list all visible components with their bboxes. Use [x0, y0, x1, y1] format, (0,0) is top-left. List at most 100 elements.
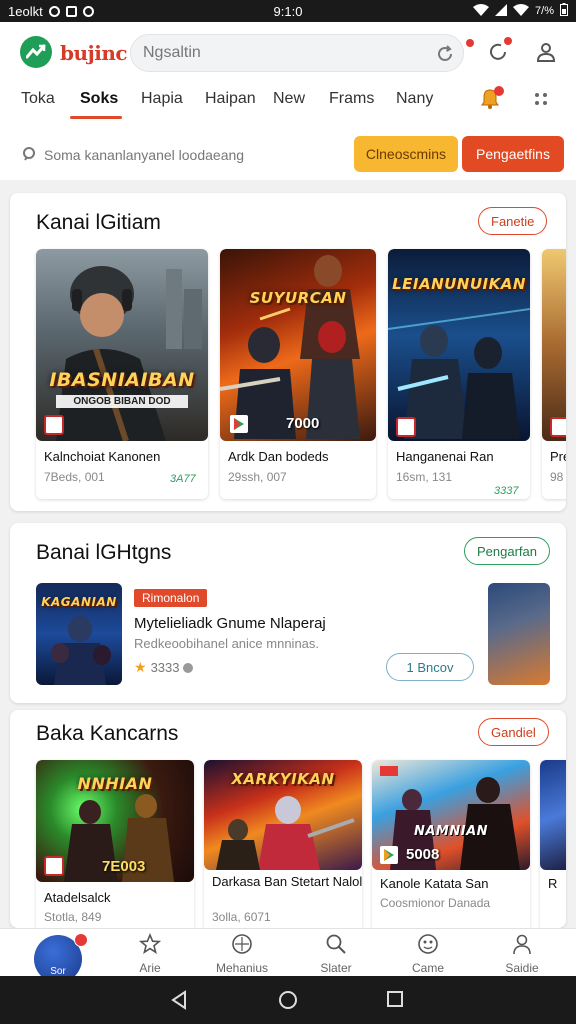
- section-action-button[interactable]: Fanetie: [478, 207, 548, 235]
- game-thumbnail: XARKYIKAN: [204, 760, 362, 870]
- game-meta: 16sm, 131: [396, 470, 453, 484]
- search-icon: [325, 933, 347, 960]
- tab-frams[interactable]: Frams: [329, 90, 374, 108]
- game-name: Pre: [550, 449, 566, 464]
- nav-item-slater[interactable]: Slater: [296, 933, 376, 975]
- featured-title[interactable]: Mytelieliadk Gnume Nlaperaj: [134, 615, 326, 632]
- filter-search-text[interactable]: Soma kananlanyanel loodaeang: [44, 147, 244, 163]
- game-art-title: LEIANUNUIKAN: [392, 275, 526, 293]
- filter-orange-button[interactable]: Pengaetfins: [462, 136, 564, 172]
- tab-new[interactable]: New: [273, 90, 305, 108]
- game-card[interactable]: XARKYIKAN Darkasa Ban Stetart Nalolanar …: [204, 760, 362, 928]
- game-meta: 7Beds, 001: [44, 470, 105, 484]
- section-action-button[interactable]: Gandiel: [478, 718, 549, 746]
- search-box[interactable]: [130, 34, 474, 72]
- top-area: bujinc Toka Soks Hapia Haipan New Frams …: [0, 22, 576, 180]
- info-dot-icon: [183, 662, 194, 673]
- logo-text[interactable]: bujinc: [60, 41, 128, 65]
- tab-hapia[interactable]: Hapia: [141, 90, 183, 108]
- tab-nany[interactable]: Nany: [396, 90, 433, 108]
- game-art-subtitle: ONGOB BIBAN DOD: [56, 395, 188, 408]
- game-meta: 3olla, 6071: [212, 910, 271, 924]
- game-thumbnail[interactable]: [488, 583, 550, 685]
- featured-rating-value: 3333: [150, 660, 180, 675]
- nav-label: Mehanius: [215, 961, 269, 975]
- game-name: Ardk Dan bodeds: [228, 449, 329, 464]
- game-thumbnail: LEIANUNUIKAN: [388, 249, 530, 441]
- tab-toka[interactable]: Toka: [21, 90, 55, 108]
- game-thumbnail: [540, 760, 566, 870]
- game-name: Kanole Katata San: [380, 876, 489, 891]
- section-card-1: Kanai lGitiam Fanetie IBASNIAIBAN ONGOB …: [10, 193, 566, 511]
- game-thumbnail: SUYURCAN 7000: [220, 249, 376, 441]
- rating-badge-icon: [550, 417, 566, 437]
- back-icon[interactable]: [170, 990, 188, 1015]
- status-bar: 1eolkt 9:1:0 7/%: [0, 0, 576, 22]
- game-name: Kalnchoiat Kanonen: [44, 449, 161, 464]
- game-art-score: 7E003: [102, 858, 146, 875]
- game-meta: Coosmionor Danada: [380, 896, 491, 910]
- featured-game-thumbnail[interactable]: KAGANIAN: [36, 583, 122, 685]
- section-title: Baka Kancarns: [36, 722, 179, 745]
- search-icon[interactable]: [22, 146, 38, 167]
- game-card[interactable]: Pre 98: [542, 249, 566, 499]
- nav-item-arie[interactable]: Arie: [110, 932, 190, 975]
- nav-item-came[interactable]: Came: [388, 933, 468, 975]
- google-play-icon: [230, 415, 248, 438]
- game-name: Darkasa Ban Stetart Nalolanar: [212, 874, 362, 889]
- featured-cta-button[interactable]: 1 Bncov: [386, 653, 474, 681]
- compass-icon: [231, 933, 253, 960]
- featured-tag: Rimonalon: [134, 589, 208, 607]
- recents-icon[interactable]: [386, 990, 404, 1013]
- wifi-icon-2: [513, 3, 530, 19]
- featured-description: Redkeoobihanel anice mnninas.: [134, 636, 320, 651]
- battery-percent: 7/%: [535, 5, 554, 17]
- wifi-icon: [473, 3, 490, 19]
- game-art-score: 5008: [406, 846, 440, 863]
- game-name: R: [548, 876, 558, 891]
- game-card[interactable]: NNHIAN 7E003 Atadelsalck Stotla, 849: [36, 760, 194, 928]
- star-icon: [138, 932, 162, 960]
- game-thumbnail: NAMNIAN 5008: [372, 760, 530, 870]
- logo-icon[interactable]: [20, 36, 52, 68]
- game-price: 3337: [494, 485, 519, 497]
- section-title: Banai lGHtgns: [36, 541, 172, 564]
- game-art-title: NNHIAN: [77, 774, 153, 793]
- game-card[interactable]: R: [540, 760, 566, 928]
- game-card[interactable]: NAMNIAN 5008 Kanole Katata San Coosmiono…: [372, 760, 530, 928]
- game-art-score: 7000: [286, 415, 320, 432]
- messenger-icon: [82, 5, 94, 17]
- section-card-2: Banai lGHtgns Pengarfan KAGANIAN Rimonal…: [10, 523, 566, 703]
- section-action-button[interactable]: Pengarfan: [464, 537, 550, 565]
- profile-icon[interactable]: [532, 38, 560, 66]
- game-card[interactable]: LEIANUNUIKAN Hanganenai Ran 16sm, 131 33…: [388, 249, 530, 499]
- game-card[interactable]: IBASNIAIBAN ONGOB BIBAN DOD Kalnchoiat K…: [36, 249, 208, 499]
- grid-menu-icon[interactable]: [534, 92, 548, 111]
- game-thumbnail: [542, 249, 566, 441]
- game-art-title: NAMNIAN: [413, 824, 489, 839]
- nav-item-mehanius[interactable]: Mehanius: [202, 933, 282, 975]
- notifications-icon[interactable]: [484, 36, 513, 66]
- header: bujinc: [0, 28, 576, 72]
- bell-badge: [494, 86, 504, 96]
- status-left-text: 1eolkt: [8, 3, 43, 19]
- filter-yellow-button[interactable]: Clneoscmins: [354, 136, 458, 172]
- star-icon: ★: [134, 659, 147, 675]
- game-art-title: IBASNIAIBAN: [49, 369, 195, 391]
- section-title: Kanai lGitiam: [36, 211, 161, 234]
- nav-item-saidie[interactable]: Saidie: [482, 933, 562, 975]
- section-card-3: Baka Kancarns Gandiel NNHIAN 7E003 Atade…: [10, 710, 566, 928]
- game-name: Hanganenai Ran: [396, 449, 494, 464]
- home-icon[interactable]: [278, 990, 298, 1015]
- search-input[interactable]: [143, 35, 423, 71]
- tab-soks[interactable]: Soks: [80, 90, 118, 108]
- game-face-icon: [417, 933, 439, 960]
- game-art-title: SUYURCAN: [249, 289, 347, 307]
- refresh-icon[interactable]: [435, 44, 455, 69]
- game-card[interactable]: SUYURCAN 7000 Ardk Dan bodeds 29ssh, 007: [220, 249, 376, 499]
- rating-badge-icon: [396, 417, 416, 437]
- game-thumbnail: NNHIAN 7E003: [36, 760, 194, 882]
- featured-art-title: KAGANIAN: [41, 595, 117, 609]
- tab-haipan[interactable]: Haipan: [205, 90, 256, 108]
- rating-badge-icon: [44, 856, 64, 876]
